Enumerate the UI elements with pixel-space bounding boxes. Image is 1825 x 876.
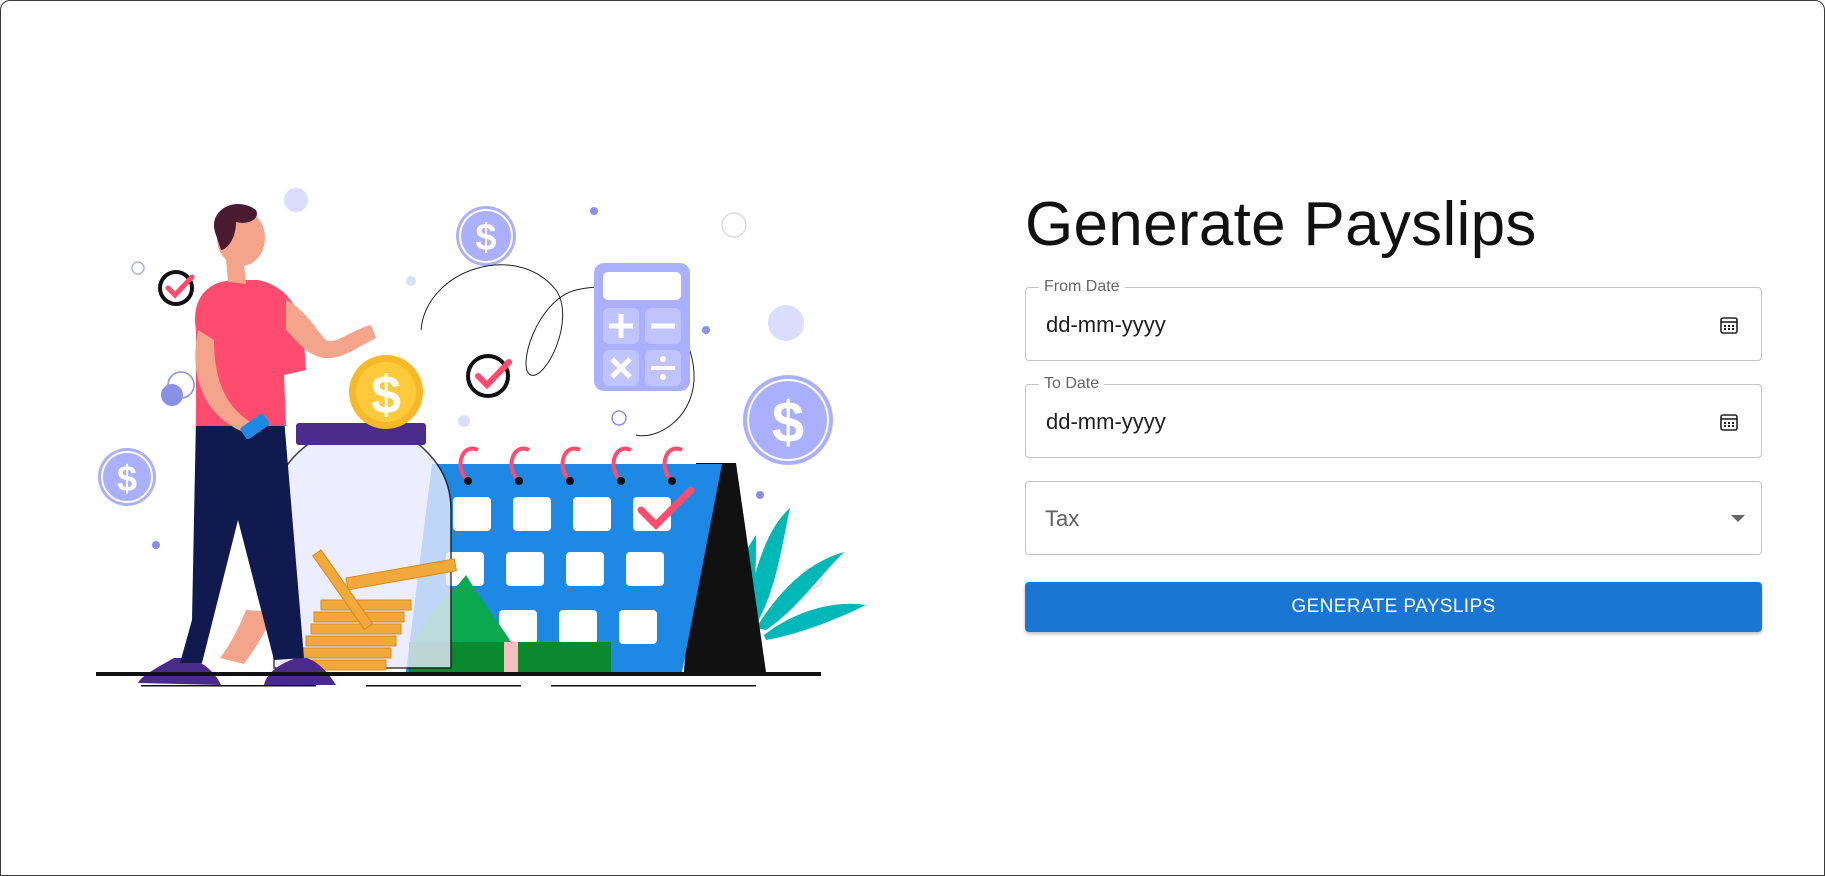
dollar-coin-icon: $ bbox=[98, 448, 156, 506]
from-date-value[interactable]: dd-mm-yyyy bbox=[1046, 312, 1166, 338]
from-date-label: From Date bbox=[1039, 278, 1125, 296]
calendar-icon[interactable] bbox=[1719, 412, 1739, 432]
chevron-down-icon[interactable] bbox=[1731, 515, 1745, 522]
to-date-label: To Date bbox=[1039, 375, 1105, 393]
calendar-icon[interactable] bbox=[1719, 315, 1739, 335]
payslip-form-panel: Generate Payslips From Date dd-mm-yyyy T… bbox=[1025, 185, 1762, 632]
from-date-field[interactable]: From Date dd-mm-yyyy bbox=[1025, 278, 1762, 361]
coin-jar-icon: $ bbox=[273, 355, 457, 671]
generate-payslips-button[interactable]: GENERATE PAYSLIPS bbox=[1025, 582, 1762, 632]
svg-text:$: $ bbox=[772, 390, 804, 455]
svg-text:$: $ bbox=[475, 217, 496, 259]
svg-text:$: $ bbox=[117, 458, 137, 499]
svg-text:$: $ bbox=[371, 365, 401, 425]
to-date-field[interactable]: To Date dd-mm-yyyy bbox=[1025, 375, 1762, 458]
tax-select-value[interactable]: Tax bbox=[1045, 506, 1079, 532]
checkmark-icon bbox=[466, 354, 512, 398]
to-date-value[interactable]: dd-mm-yyyy bbox=[1046, 409, 1166, 435]
page-title: Generate Payslips bbox=[1025, 190, 1537, 259]
tax-select[interactable]: Tax bbox=[1025, 481, 1762, 555]
dollar-coin-icon: $ bbox=[456, 206, 516, 266]
dollar-coin-icon: $ bbox=[743, 375, 833, 465]
payslip-illustration: $ $ $ $ bbox=[96, 188, 866, 687]
checkmark-icon bbox=[158, 270, 195, 306]
calculator-icon bbox=[594, 263, 690, 391]
